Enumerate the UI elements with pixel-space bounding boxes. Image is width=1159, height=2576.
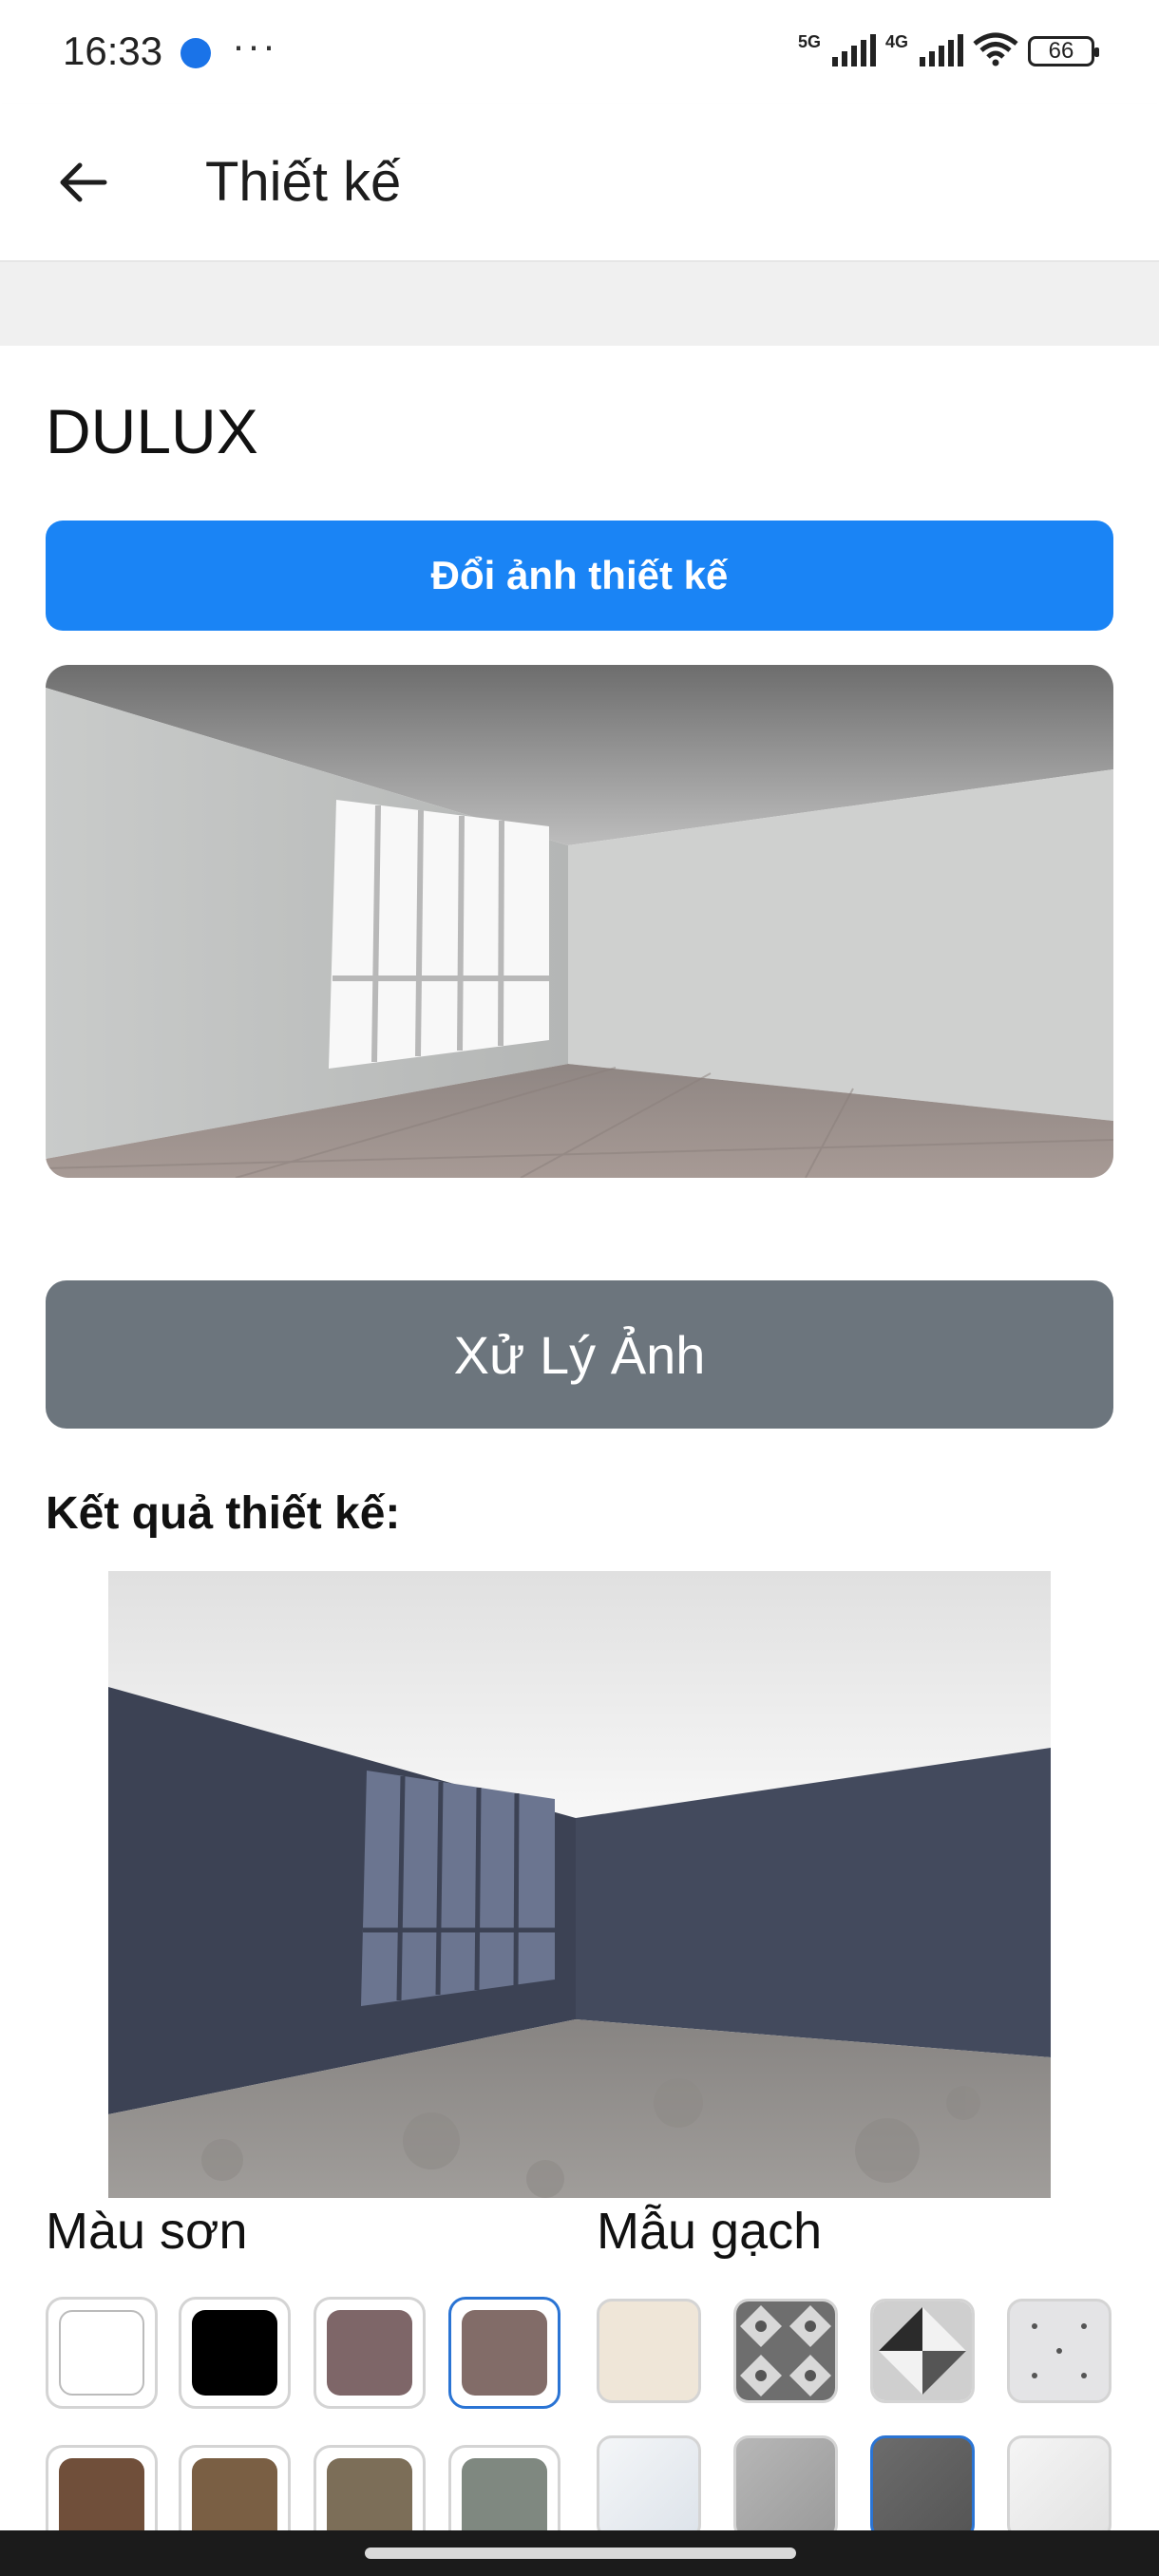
original-room-image[interactable] (46, 665, 1113, 1178)
room-photo (46, 665, 1113, 1178)
paint-color-heading: Màu sơn (46, 2203, 248, 2260)
paint-swatch[interactable] (46, 2297, 158, 2409)
network-5g-label: 5G (797, 32, 821, 51)
back-button[interactable] (51, 152, 112, 213)
tile-light-gray-dots[interactable] (1007, 2299, 1112, 2403)
tile-cream-plain[interactable] (597, 2299, 701, 2403)
tile-pattern-graphic (873, 2301, 972, 2400)
tile-gray-diamond[interactable] (733, 2299, 838, 2403)
home-gesture-handle[interactable] (365, 2548, 796, 2559)
header-divider (0, 262, 1159, 346)
app-bar: Thiết kế (0, 104, 1159, 262)
arrow-left-icon (60, 162, 107, 202)
status-time: 16:33 (63, 28, 163, 73)
more-notifications-icon: ··· (232, 23, 277, 67)
paint-swatch-color (327, 2310, 412, 2396)
wifi-icon (973, 32, 1018, 66)
battery-level: 66 (1048, 38, 1074, 64)
battery-icon: 66 (1028, 36, 1099, 66)
tile-pattern-graphic (736, 2301, 835, 2400)
paint-swatch-color (192, 2310, 277, 2396)
tile-white-marble[interactable] (597, 2435, 701, 2540)
tile-gray-stone[interactable] (733, 2435, 838, 2540)
paint-swatch[interactable] (179, 2297, 291, 2409)
status-icons: 5G 4G 66 (797, 32, 1099, 66)
result-room-photo (108, 1571, 1051, 2198)
paint-swatch-color (462, 2310, 547, 2396)
paint-swatch[interactable] (314, 2297, 426, 2409)
tile-white-stone[interactable] (1007, 2435, 1112, 2540)
tile-black-white-triangle[interactable] (870, 2299, 975, 2403)
tile-pattern-heading: Mẫu gạch (597, 2203, 823, 2260)
paint-swatch-selected[interactable] (448, 2297, 560, 2409)
network-4g-label: 4G (884, 32, 908, 51)
status-bar: 16:33 ··· 5G 4G 66 (0, 0, 1159, 104)
change-design-image-button[interactable]: Đổi ảnh thiết kế (46, 521, 1113, 631)
tile-dark-gray-stone-selected[interactable] (870, 2435, 975, 2540)
paint-swatch-color (59, 2310, 144, 2396)
brand-name: DULUX (46, 396, 258, 466)
design-result-image (108, 1571, 1051, 2198)
process-image-button[interactable]: Xử Lý Ảnh (46, 1280, 1113, 1429)
signal-4g-icon (920, 34, 963, 66)
design-result-label: Kết quả thiết kế: (46, 1488, 401, 1539)
signal-5g-icon (831, 34, 876, 66)
tile-pattern-graphic (1032, 2323, 1087, 2378)
page-title: Thiết kế (205, 151, 402, 213)
messenger-icon (180, 38, 211, 68)
